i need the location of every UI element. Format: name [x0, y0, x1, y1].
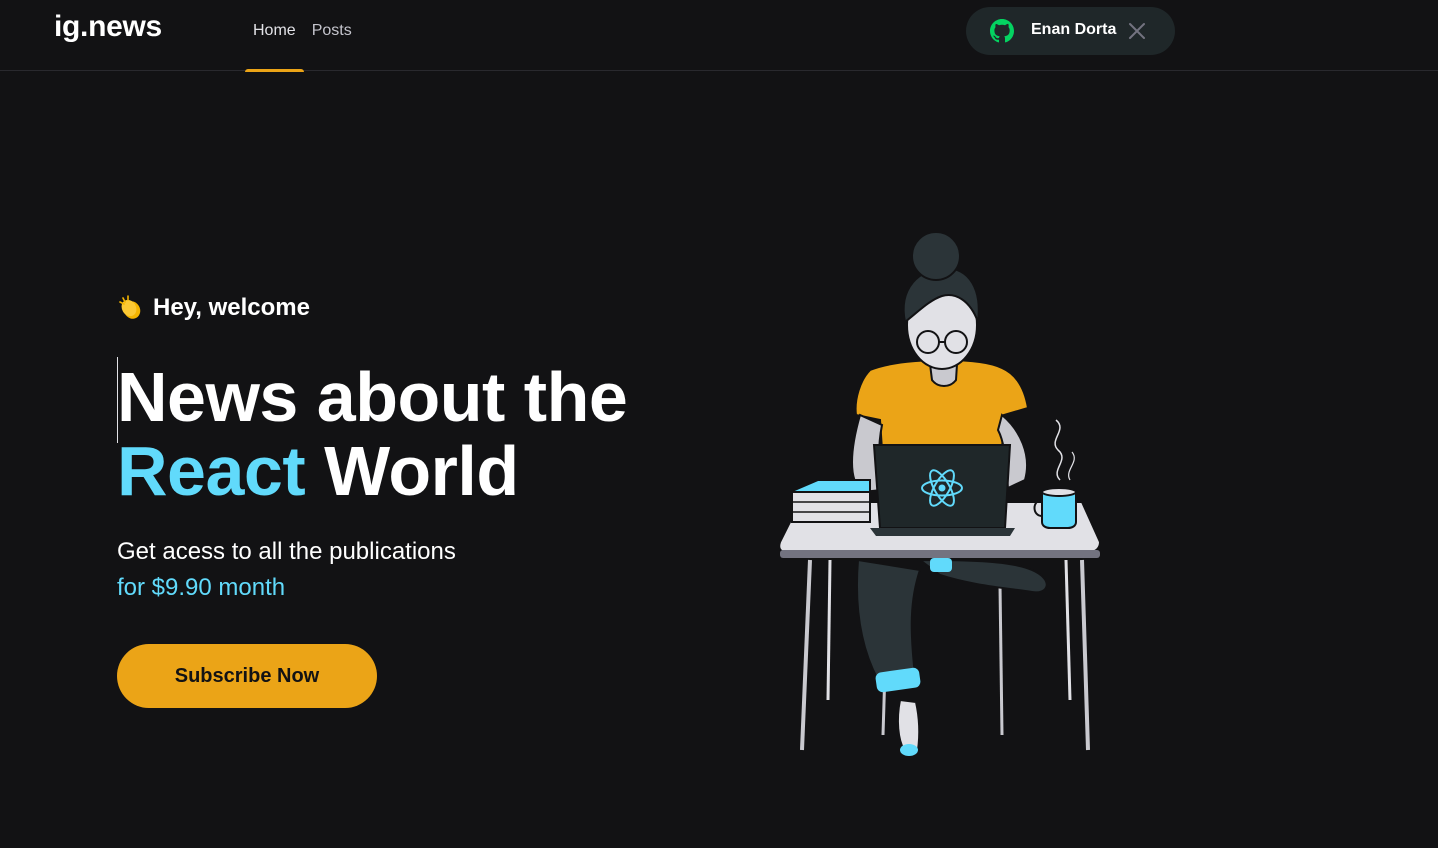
signin-user-name: Enan Dorta: [1031, 21, 1117, 38]
hero-title: News about the React World: [117, 360, 737, 508]
nav-link-home[interactable]: Home: [245, 0, 304, 72]
title-line2-rest: World: [324, 432, 519, 510]
close-icon[interactable]: [1128, 22, 1146, 40]
subscribe-button[interactable]: Subscribe Now: [117, 644, 377, 708]
github-icon: [990, 19, 1014, 43]
woman-with-laptop-illustration: [778, 231, 1102, 756]
main-nav: Home Posts: [245, 0, 360, 72]
github-signin-button[interactable]: Enan Dorta: [966, 7, 1175, 55]
welcome-label: Hey, welcome: [153, 294, 310, 321]
title-line1: News about the: [117, 358, 628, 436]
nav-link-posts[interactable]: Posts: [304, 0, 360, 71]
hero-description: Get acess to all the publications for $9…: [117, 534, 456, 606]
price-text: for $9.90 month: [117, 574, 286, 601]
title-accent: React: [117, 432, 306, 510]
description-text: Get acess to all the publications: [117, 538, 456, 565]
logo[interactable]: ig.news: [54, 10, 162, 44]
clapping-hands-icon: [119, 295, 141, 319]
top-header: ig.news Home Posts Enan Dorta: [0, 0, 1438, 72]
welcome-text: Hey, welcome: [117, 294, 310, 322]
